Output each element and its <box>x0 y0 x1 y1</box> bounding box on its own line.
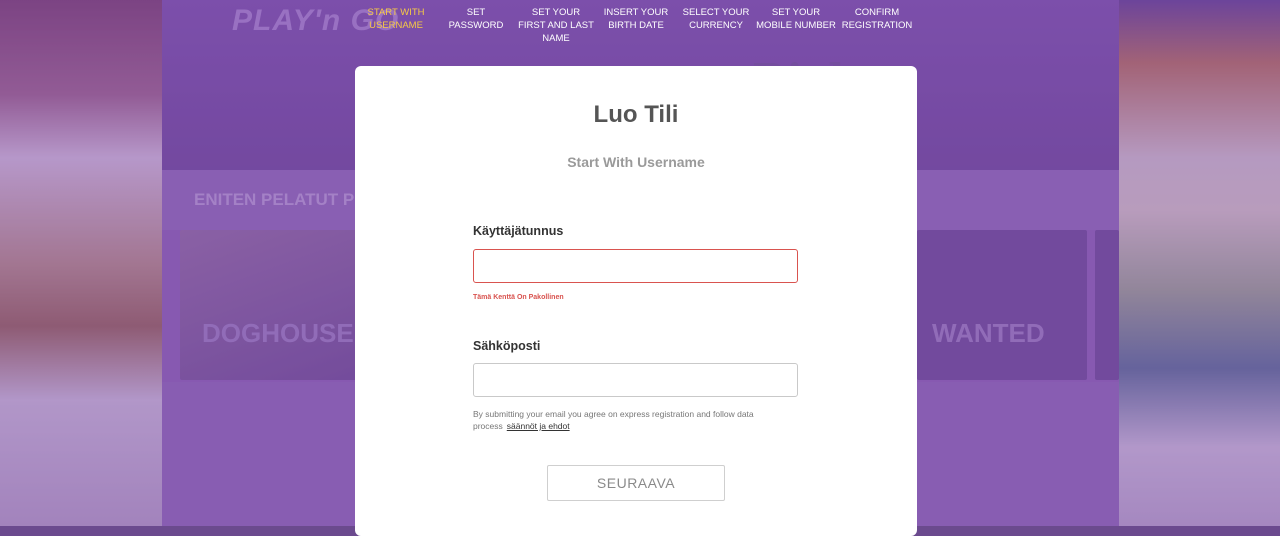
step-birth-date: INSERT YOUR BIRTH DATE <box>603 7 669 31</box>
step-currency: SELECT YOUR CURRENCY <box>682 7 750 31</box>
next-button[interactable]: SEURAAVA <box>547 465 725 501</box>
username-error: Tämä Kenttä On Pakollinen <box>473 294 564 301</box>
game-tile-title: WANTED <box>932 318 1045 348</box>
terms-link[interactable]: säännöt ja ehdot <box>507 421 570 431</box>
step-set-password: SET PASSWORD <box>448 7 504 31</box>
step-start-with-username: START WITH USERNAME <box>367 7 425 31</box>
modal-title: Luo Tili <box>593 101 679 128</box>
registration-modal: Luo Tili Start With Username Käyttäjätun… <box>355 66 917 536</box>
step-confirm-registration: CONFIRM REGISTRATION <box>841 7 913 31</box>
game-tile-title: DOGHOUSE <box>202 318 354 348</box>
modal-subtitle: Start With Username <box>567 154 705 170</box>
registration-stepper: START WITH USERNAME SET PASSWORD SET YOU… <box>360 6 920 44</box>
step-first-last-name: SET YOUR FIRST AND LAST NAME <box>518 7 594 44</box>
email-input[interactable] <box>473 363 798 397</box>
game-tile <box>917 230 1087 380</box>
section-label: ENITEN PELATUT P <box>194 190 355 209</box>
username-label: Käyttäjätunnus <box>473 224 564 238</box>
step-mobile-number: SET YOUR MOBILE NUMBER <box>756 7 836 31</box>
game-tile <box>180 230 358 380</box>
email-consent-note: By submitting your email you agree on ex… <box>473 408 803 432</box>
username-input[interactable] <box>473 249 798 283</box>
email-label: Sähköposti <box>473 339 541 353</box>
background-blur-left <box>0 0 162 526</box>
game-tile <box>1095 230 1119 380</box>
background-blur-right <box>1119 0 1280 526</box>
